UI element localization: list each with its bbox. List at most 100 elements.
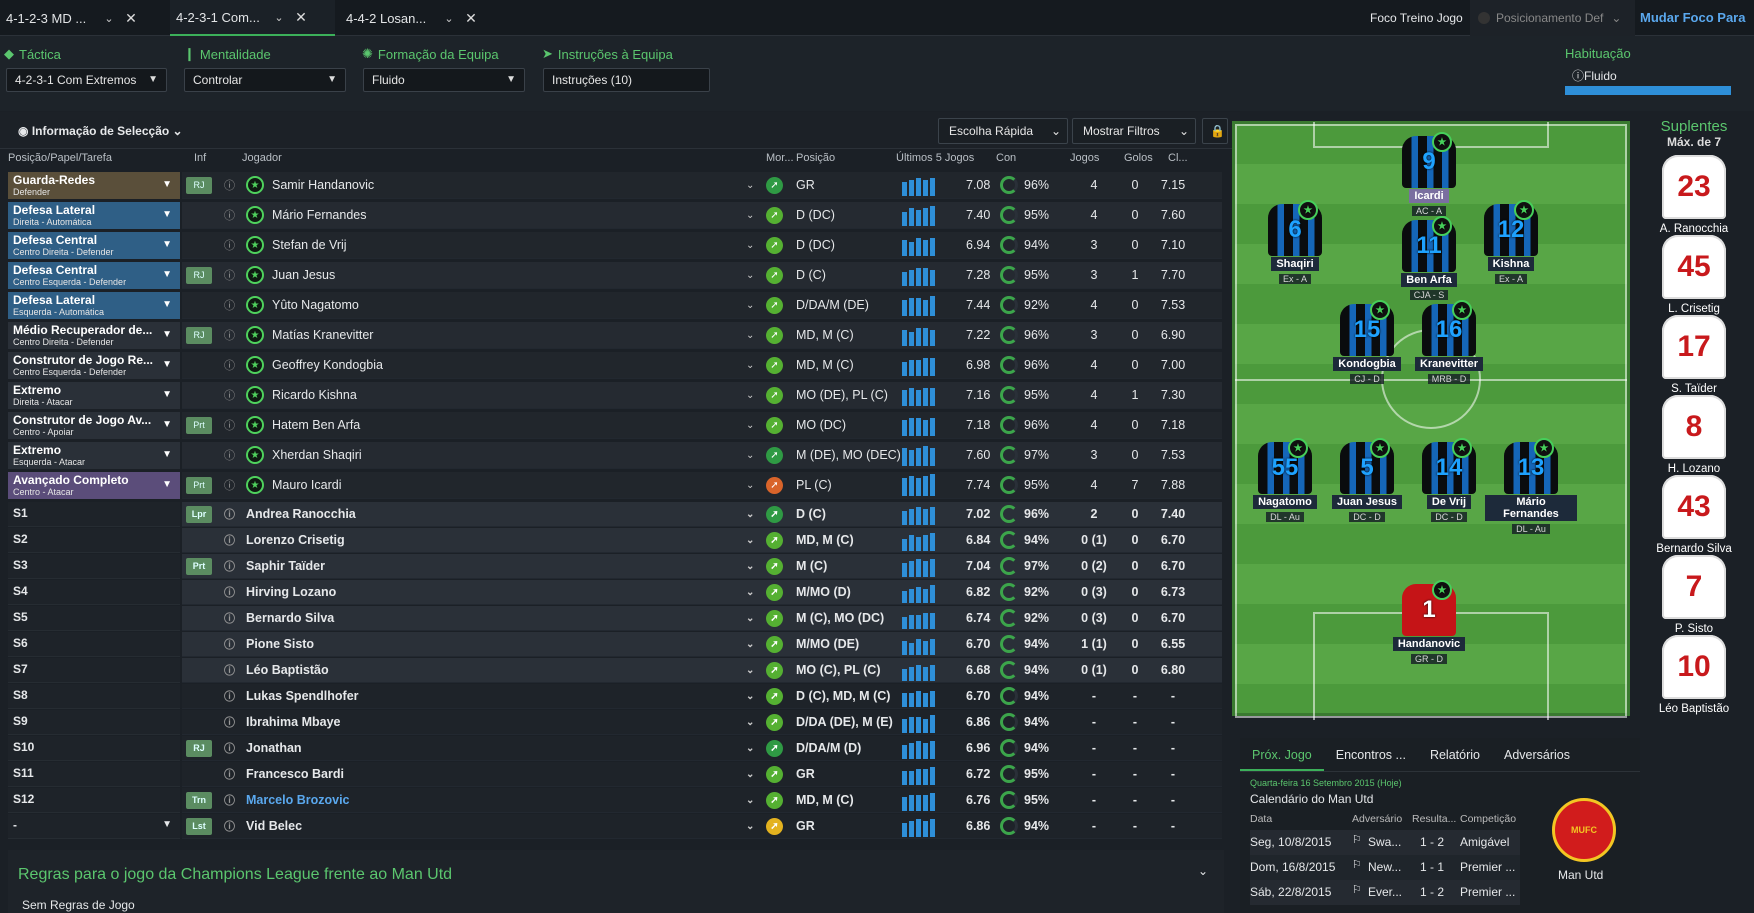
info-badge[interactable]: Lpr: [186, 505, 212, 523]
table-row[interactable]: ⓘ Pione Sisto ⌄ ➚ M/MO (DE) 6.70 94% 1 (1) 0 6.55: [182, 632, 1222, 657]
chevron-down-icon[interactable]: ⌄: [746, 710, 754, 734]
substitute-item[interactable]: 10 Léo Baptistão: [1634, 635, 1754, 715]
close-icon[interactable]: ✕: [290, 9, 312, 26]
chevron-down-icon[interactable]: ⌄: [746, 352, 754, 378]
info-icon[interactable]: ⓘ: [224, 172, 235, 198]
role-slot[interactable]: Extremo Direita - Atacar ▼: [8, 382, 180, 409]
chevron-down-icon[interactable]: ▼: [162, 819, 172, 830]
pitch-player[interactable]: 16 ★ Kranevitter MRB - D: [1403, 300, 1495, 385]
role-slot[interactable]: Avançado Completo Centro - Atacar ▼: [8, 472, 180, 499]
chevron-down-icon[interactable]: ⌄: [746, 762, 754, 786]
pitch-player[interactable]: 9 ★ Icardi AC - A: [1383, 132, 1475, 217]
chevron-down-icon[interactable]: ⌄: [746, 788, 754, 812]
player-name[interactable]: Ibrahima Mbaye: [246, 710, 340, 734]
info-badge[interactable]: RJ: [186, 739, 212, 757]
table-row[interactable]: ⓘ Lorenzo Crisetig ⌄ ➚ MD, M (C) 6.84 94% 0 (1)…: [182, 528, 1222, 553]
player-name[interactable]: Juan Jesus: [272, 262, 335, 288]
chevron-down-icon[interactable]: ⌄: [746, 472, 754, 498]
table-row[interactable]: Lpr ⓘ Andrea Ranocchia ⌄ ➚ D (C) 7.02 96% 2 0 7.40: [182, 502, 1222, 527]
chevron-down-icon[interactable]: ▼: [162, 449, 172, 460]
chevron-down-icon[interactable]: ⌄: [746, 232, 754, 258]
player-name[interactable]: Hatem Ben Arfa: [272, 412, 360, 438]
chevron-down-icon[interactable]: ⌄: [746, 442, 754, 468]
table-row[interactable]: ⓘ ★ Yûto Nagatomo ⌄ ➚ D/DA/M (DE) 7.44 92% 4 0 7.5…: [182, 292, 1222, 319]
sub-slot[interactable]: S10: [8, 736, 180, 761]
chevron-down-icon[interactable]: ⌄: [438, 12, 460, 25]
info-icon[interactable]: ⓘ: [224, 606, 235, 630]
table-row[interactable]: Prt ⓘ ★ Hatem Ben Arfa ⌄ ➚ MO (DC) 7.18 96% 4 0 7.1…: [182, 412, 1222, 439]
info-badge[interactable]: RJ: [186, 266, 212, 284]
substitute-item[interactable]: 45 L. Crisetig: [1634, 235, 1754, 315]
player-name[interactable]: Samir Handanovic: [272, 172, 374, 198]
change-focus-button[interactable]: Mudar Foco Para: [1640, 10, 1745, 25]
pitch-player[interactable]: 6 ★ Shaqiri Ex - A: [1249, 200, 1341, 285]
chevron-down-icon[interactable]: ⌄: [98, 12, 120, 25]
role-slot[interactable]: Médio Recuperador de... Centro Direita - …: [8, 322, 180, 349]
chevron-down-icon[interactable]: ⌄: [746, 322, 754, 348]
sub-slot[interactable]: S2: [8, 528, 180, 553]
quick-pick-button[interactable]: Escolha Rápida ⌄: [938, 118, 1068, 144]
chevron-down-icon[interactable]: ▼: [162, 359, 172, 370]
sub-slot[interactable]: S12: [8, 788, 180, 813]
info-badge[interactable]: Lst: [186, 817, 212, 835]
info-icon[interactable]: ⓘ: [224, 658, 235, 682]
info-icon[interactable]: ⓘ: [224, 382, 235, 408]
chevron-down-icon[interactable]: ⌄: [746, 658, 754, 682]
role-slot[interactable]: Construtor de Jogo Re... Centro Esquerda …: [8, 352, 180, 379]
substitute-item[interactable]: 8 H. Lozano: [1634, 395, 1754, 475]
info-icon[interactable]: ⓘ: [224, 762, 235, 786]
table-row[interactable]: ⓘ ★ Xherdan Shaqiri ⌄ ➚ M (DE), MO (DEC) 7.60 9…: [182, 442, 1222, 469]
col-last5[interactable]: Últimos 5 Jogos: [896, 152, 974, 164]
info-badge[interactable]: Prt: [186, 476, 212, 494]
info-badge[interactable]: RJ: [186, 176, 212, 194]
table-row[interactable]: ⓘ Bernardo Silva ⌄ ➚ M (C), MO (DC) 6.74 92% 0 …: [182, 606, 1222, 631]
info-icon[interactable]: ⓘ: [224, 710, 235, 734]
chevron-down-icon[interactable]: ⌄: [746, 382, 754, 408]
chevron-down-icon[interactable]: ⌄: [746, 528, 754, 552]
pitch-player[interactable]: 14 ★ De Vrij DC - D: [1403, 438, 1495, 523]
table-row[interactable]: Trn ⓘ Marcelo Brozovic ⌄ ➚ MD, M (C) 6.76 95% - -…: [182, 788, 1222, 813]
info-icon[interactable]: ⓘ: [224, 322, 235, 348]
tab-tactic-2[interactable]: 4-2-3-1 Com... ⌄ ✕: [170, 0, 335, 36]
player-name[interactable]: Mauro Icardi: [272, 472, 341, 498]
sub-slot[interactable]: S4: [8, 580, 180, 605]
role-slot[interactable]: Guarda-Redes Defender ▼: [8, 172, 180, 199]
info-icon[interactable]: ⓘ: [224, 292, 235, 318]
info-icon[interactable]: ⓘ: [224, 554, 235, 578]
info-icon[interactable]: ⓘ: [224, 202, 235, 228]
instructions-button[interactable]: Instruções (10): [543, 68, 710, 92]
chevron-down-icon[interactable]: ⌄: [746, 172, 754, 198]
player-name[interactable]: Geoffrey Kondogbia: [272, 352, 383, 378]
col-pos[interactable]: Posição: [796, 152, 835, 164]
show-filters-button[interactable]: Mostrar Filtros ⌄: [1072, 118, 1196, 144]
player-name[interactable]: Mário Fernandes: [272, 202, 367, 228]
table-row[interactable]: RJ ⓘ ★ Samir Handanovic ⌄ ➚ GR 7.08 96% 4 0 7.15: [182, 172, 1222, 199]
table-row[interactable]: ⓘ Léo Baptistão ⌄ ➚ MO (C), PL (C) 6.68 94% 0 (…: [182, 658, 1222, 683]
sub-slot[interactable]: - ▼: [8, 814, 180, 839]
fixture-row[interactable]: Sáb, 22/8/2015 ⚐ Ever... 1 - 2 Premier ...: [1250, 880, 1520, 905]
player-name[interactable]: Francesco Bardi: [246, 762, 344, 786]
substitute-item[interactable]: 17 S. Taïder: [1634, 315, 1754, 395]
info-icon[interactable]: ⓘ: [224, 814, 235, 838]
info-icon[interactable]: ⓘ: [224, 262, 235, 288]
tab-tactic-3[interactable]: 4-4-2 Losan... ⌄ ✕: [340, 0, 490, 36]
mentality-select[interactable]: Controlar ▼: [184, 68, 346, 92]
substitute-item[interactable]: 7 P. Sisto: [1634, 555, 1754, 635]
table-row[interactable]: ⓘ Ibrahima Mbaye ⌄ ➚ D/DA (DE), M (E) 6.86 94%…: [182, 710, 1222, 735]
formation-select[interactable]: Fluido ▼: [363, 68, 525, 92]
player-name[interactable]: Stefan de Vrij: [272, 232, 347, 258]
chevron-down-icon[interactable]: ⌄: [746, 292, 754, 318]
col-condition[interactable]: Con: [996, 152, 1016, 164]
chevron-down-icon[interactable]: ⌄: [746, 736, 754, 760]
player-name[interactable]: Matías Kranevitter: [272, 322, 373, 348]
role-slot[interactable]: Defesa Lateral Esquerda - Automática ▼: [8, 292, 180, 319]
player-name[interactable]: Léo Baptistão: [246, 658, 329, 682]
chevron-down-icon[interactable]: ⌄: [268, 11, 290, 24]
player-name[interactable]: Yûto Nagatomo: [272, 292, 359, 318]
fixture-row[interactable]: Dom, 16/8/2015 ⚐ New... 1 - 1 Premier ...: [1250, 855, 1520, 880]
player-name[interactable]: Lorenzo Crisetig: [246, 528, 345, 552]
chevron-down-icon[interactable]: ▼: [162, 389, 172, 400]
role-slot[interactable]: Construtor de Jogo Av... Centro - Apoiar ▼: [8, 412, 180, 439]
table-row[interactable]: ⓘ ★ Geoffrey Kondogbia ⌄ ➚ MD, M (C) 6.98 96% 4 0…: [182, 352, 1222, 379]
chevron-down-icon[interactable]: ⌄: [746, 262, 754, 288]
